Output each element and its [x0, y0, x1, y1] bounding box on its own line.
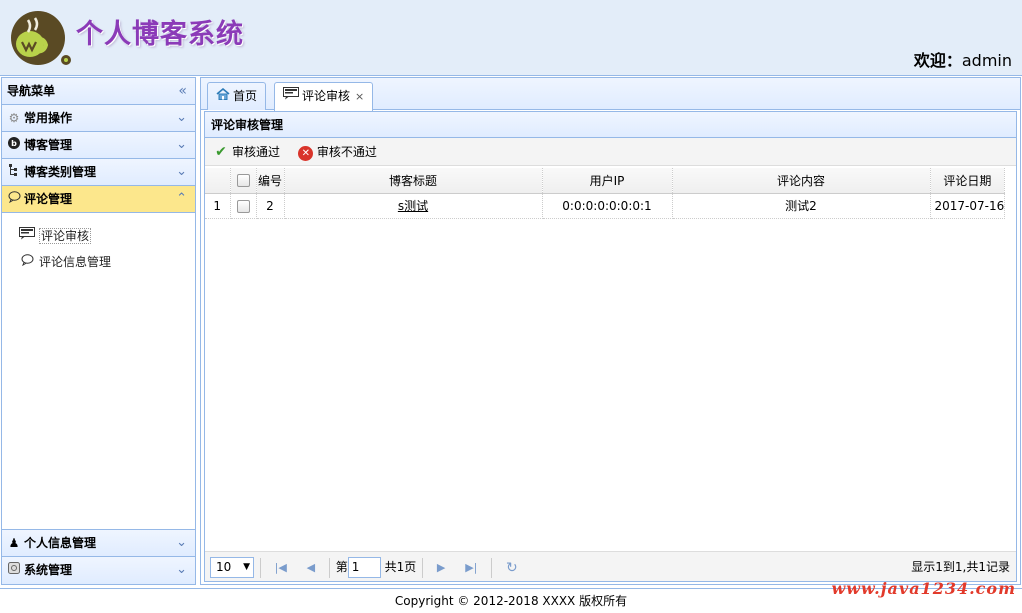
- tab-bar: 首页 评论审核 ×: [201, 78, 1020, 111]
- reject-button[interactable]: ✕ 审核不通过: [298, 138, 377, 166]
- cancel-icon: ✕: [298, 138, 314, 166]
- column-header-blog-title[interactable]: 博客标题: [284, 168, 543, 194]
- check-icon: ✔: [215, 144, 227, 160]
- sidebar-title: 导航菜单: [7, 84, 56, 98]
- cell-user-ip: 0:0:0:0:0:0:0:1: [542, 193, 673, 219]
- refresh-icon[interactable]: ↻: [506, 553, 518, 583]
- collapse-sidebar-icon[interactable]: «: [178, 78, 187, 105]
- page-number-input[interactable]: 1: [347, 557, 381, 578]
- sidebar: 导航菜单 « ⚙ 常用操作 ⌄ b 博客管理 ⌄ 博客类别管理 ⌄ 评论管理 ⌃ 评…: [1, 77, 196, 585]
- separator: [422, 557, 424, 578]
- review-icon: [19, 223, 35, 249]
- section-label: 系统管理: [24, 563, 73, 577]
- comment-icon: [19, 249, 35, 275]
- table-row[interactable]: 1 2 s测试 0:0:0:0:0:0:0:1 测试2 2017-07-16: [205, 193, 1006, 219]
- sidebar-item-label: 评论信息管理: [39, 255, 112, 269]
- toolbar: ✔ 审核通过 ✕ 审核不通过: [205, 138, 1016, 166]
- sidebar-header: 导航菜单 «: [2, 78, 195, 105]
- chevron-down-icon[interactable]: ⌄: [176, 132, 187, 158]
- svg-text:b: b: [11, 139, 17, 148]
- sidebar-item-label: 评论审核: [39, 228, 92, 244]
- column-header-date[interactable]: 评论日期: [930, 168, 1006, 194]
- tab-label: 评论审核: [302, 89, 351, 103]
- coffee-cup-logo-icon: [11, 11, 71, 65]
- tab-comment-review[interactable]: 评论审核 ×: [274, 82, 374, 111]
- sidebar-section-blog[interactable]: b 博客管理 ⌄: [2, 132, 195, 159]
- row-checkbox[interactable]: [230, 193, 257, 219]
- table-header-row: 编号 博客标题 用户IP 评论内容 评论日期: [205, 168, 1006, 194]
- tree-icon: [7, 159, 21, 185]
- blog-title-link[interactable]: s测试: [398, 199, 428, 213]
- section-label: 个人信息管理: [24, 536, 97, 550]
- welcome-text: 欢迎：admin: [914, 47, 1012, 71]
- column-header-id[interactable]: 编号: [256, 168, 285, 194]
- sidebar-item-comment-review[interactable]: 评论审核: [2, 223, 195, 249]
- sidebar-section-system[interactable]: 系统管理 ⌄: [2, 557, 195, 584]
- page-prefix: 第: [335, 560, 348, 574]
- page-size-value: 10: [216, 560, 232, 574]
- comment-section-body: 评论审核 评论信息管理: [2, 213, 195, 530]
- section-label: 评论管理: [24, 192, 73, 206]
- chevron-down-icon[interactable]: ⌄: [176, 530, 187, 556]
- comment-icon: [7, 186, 21, 212]
- watermark: www.java1234.com: [831, 579, 1016, 598]
- next-page-icon[interactable]: ▶: [437, 553, 445, 583]
- blog-icon: b: [7, 132, 21, 158]
- main-area: 首页 评论审核 × 评论审核管理 ✔ 审核通过 ✕ 审核不通过 编号 博客标题 用户I…: [200, 77, 1021, 585]
- sidebar-section-common[interactable]: ⚙ 常用操作 ⌄: [2, 105, 195, 132]
- gear-icon: ⚙: [8, 111, 20, 125]
- prev-page-icon[interactable]: ◀: [307, 553, 315, 583]
- approve-button[interactable]: ✔ 审核通过: [213, 138, 280, 166]
- app-header: 个人博客系统 欢迎：admin: [0, 0, 1022, 76]
- close-icon[interactable]: ×: [355, 90, 364, 103]
- first-page-icon[interactable]: |◀: [275, 553, 287, 583]
- chevron-down-icon[interactable]: ⌄: [176, 557, 187, 583]
- username: admin: [961, 51, 1012, 70]
- tab-label: 首页: [233, 89, 258, 103]
- pagination-info: 显示1到1,共1记录: [911, 560, 1010, 574]
- home-icon: [216, 83, 230, 109]
- approve-label: 审核通过: [232, 145, 281, 159]
- comment-review-panel: 评论审核管理 ✔ 审核通过 ✕ 审核不通过 编号 博客标题 用户IP 评论内容 评论…: [204, 111, 1017, 582]
- cell-content: 测试2: [672, 193, 931, 219]
- select-all-checkbox[interactable]: [230, 168, 257, 194]
- welcome-label: 欢迎：: [913, 51, 962, 70]
- sidebar-section-personal-info[interactable]: ♟ 个人信息管理 ⌄: [2, 530, 195, 557]
- site-title: 个人博客系统: [76, 19, 244, 50]
- tab-home[interactable]: 首页: [207, 82, 267, 110]
- column-header-user-ip[interactable]: 用户IP: [542, 168, 673, 194]
- dropdown-arrow-icon: ▼: [243, 562, 250, 572]
- cell-blog-title: s测试: [284, 193, 543, 219]
- sidebar-item-comment-info[interactable]: 评论信息管理: [2, 249, 195, 275]
- comment-table: 编号 博客标题 用户IP 评论内容 评论日期 1 2 s测试 0:0:0:0:0…: [205, 168, 1006, 219]
- system-icon: [7, 557, 21, 583]
- separator: [328, 557, 330, 578]
- user-icon: ♟: [8, 536, 20, 550]
- page-size-select[interactable]: 10 ▼: [210, 557, 254, 578]
- column-header-content[interactable]: 评论内容: [672, 168, 931, 194]
- row-number: 1: [205, 193, 231, 219]
- sidebar-section-blog-category[interactable]: 博客类别管理 ⌄: [2, 159, 195, 186]
- review-icon: [283, 83, 299, 109]
- section-label: 博客管理: [24, 138, 73, 152]
- panel-title: 评论审核管理: [205, 112, 1016, 138]
- section-label: 博客类别管理: [24, 165, 97, 179]
- sidebar-section-comment[interactable]: 评论管理 ⌃: [2, 186, 195, 213]
- rownum-header: [205, 168, 231, 194]
- chevron-down-icon[interactable]: ⌄: [176, 159, 187, 185]
- cell-date: 2017-07-16: [930, 193, 1006, 219]
- separator: [259, 557, 261, 578]
- page-total: 共1页: [384, 560, 417, 574]
- section-label: 常用操作: [24, 111, 73, 125]
- chevron-up-icon[interactable]: ⌃: [176, 186, 187, 212]
- last-page-icon[interactable]: ▶|: [465, 553, 477, 583]
- chevron-down-icon[interactable]: ⌄: [176, 105, 187, 131]
- separator: [491, 557, 493, 578]
- pagination-bar: 10 ▼ |◀ ◀ 第1 共1页 ▶ ▶| ↻ 显示1到1,共1记录: [205, 551, 1016, 581]
- reject-label: 审核不通过: [316, 145, 377, 159]
- cell-id: 2: [256, 193, 285, 219]
